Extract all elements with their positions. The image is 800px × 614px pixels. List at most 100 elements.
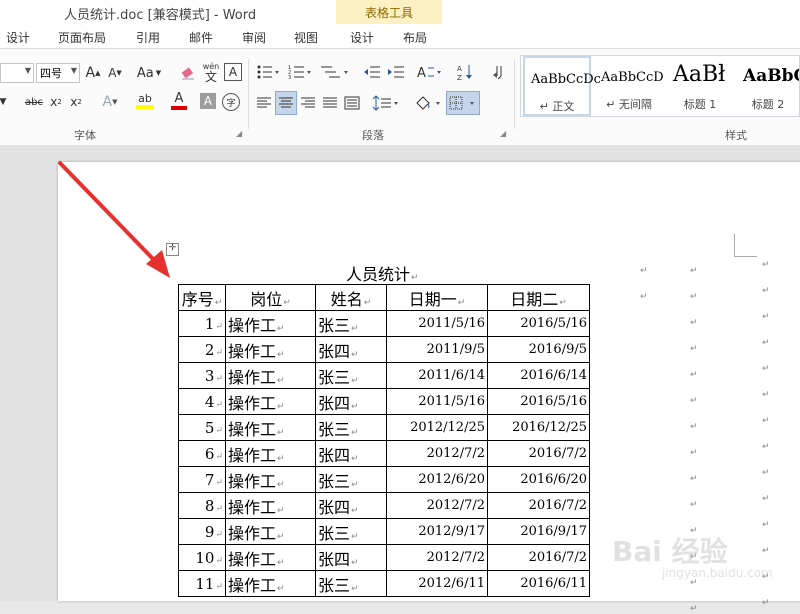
date1-cell[interactable]: 2012/6/20 [386,466,488,493]
align-right-button[interactable] [298,92,318,114]
position-cell[interactable]: 操作工↵ [225,362,316,389]
position-cell[interactable]: 操作工↵ [225,466,316,493]
tab-mailings[interactable]: 邮件 [189,29,213,46]
header-cell[interactable]: 岗位↵ [225,284,316,311]
font-color-button[interactable]: A [166,89,192,111]
name-cell[interactable]: 张三↵ [315,414,387,441]
seq-cell[interactable]: 11↵ [178,570,226,597]
tab-view[interactable]: 视图 [294,29,318,46]
shading-button[interactable] [412,92,444,114]
date1-cell[interactable]: 2011/5/16 [386,388,488,415]
date2-cell[interactable]: 2016/5/16 [487,310,590,337]
date1-cell[interactable]: 2012/12/25 [386,414,488,441]
name-cell[interactable]: 张三↵ [315,570,387,597]
phonetic-guide-button[interactable]: wén 文 [200,59,222,85]
tab-design[interactable]: 设计 [6,29,30,46]
date2-cell[interactable]: 2016/9/5 [487,336,590,363]
sort-button[interactable]: AZ [456,61,476,83]
position-cell[interactable]: 操作工↵ [225,440,316,467]
tab-page-layout[interactable]: 页面布局 [58,29,106,46]
date2-cell[interactable]: 2016/6/20 [487,466,590,493]
bullets-button[interactable] [254,61,282,83]
superscript-button[interactable]: x2 [68,91,84,113]
change-case-button[interactable]: Aa ▼ [134,62,164,84]
date2-cell[interactable]: 2016/6/14 [487,362,590,389]
header-cell[interactable]: 日期二↵ [487,284,590,311]
tab-review[interactable]: 审阅 [242,29,266,46]
clear-format-button[interactable] [178,62,198,84]
font-size-combo[interactable]: 四号 ▼ [36,63,80,83]
seq-cell[interactable]: 3↵ [178,362,226,389]
name-cell[interactable]: 张三↵ [315,310,387,337]
name-cell[interactable]: 张三↵ [315,518,387,545]
name-cell[interactable]: 张三↵ [315,362,387,389]
date1-cell[interactable]: 2012/7/2 [386,440,488,467]
tab-table-design[interactable]: 设计 [350,29,374,46]
table-move-handle-icon[interactable]: ✛ [166,243,179,256]
date1-cell[interactable]: 2011/6/14 [386,362,488,389]
date1-cell[interactable]: 2011/9/5 [386,336,488,363]
seq-cell[interactable]: 2↵ [178,336,226,363]
position-cell[interactable]: 操作工↵ [225,414,316,441]
name-cell[interactable]: 张四↵ [315,492,387,519]
header-cell[interactable]: 姓名↵ [315,284,387,311]
date1-cell[interactable]: 2012/6/11 [386,570,488,597]
header-cell[interactable]: 序号↵ [178,284,226,311]
chinese-layout-button[interactable]: A [414,61,446,83]
date2-cell[interactable]: 2016/6/11 [487,570,590,597]
style-no-spacing[interactable]: AaBbCcDc ↵ 无间隔 [595,56,663,116]
staff-table[interactable]: 序号↵ 岗位↵ 姓名↵ 日期一↵ 日期二↵ 1↵ 操作工↵ 张三↵ 2011/5/16… [178,284,590,597]
enclose-characters-button[interactable]: 字 [222,93,240,111]
seq-cell[interactable]: 1↵ [178,310,226,337]
seq-cell[interactable]: 6↵ [178,440,226,467]
date2-cell[interactable]: 2016/5/16 [487,388,590,415]
shrink-font-button[interactable]: A ▼ [106,62,124,84]
style-normal[interactable]: AaBbCcDc ↵ 正文 [523,56,601,116]
borders-button[interactable] [446,91,480,115]
name-cell[interactable]: 张四↵ [315,336,387,363]
increase-indent-button[interactable] [386,61,406,83]
position-cell[interactable]: 操作工↵ [225,518,316,545]
date1-cell[interactable]: 2012/7/2 [386,492,488,519]
seq-cell[interactable]: 5↵ [178,414,226,441]
position-cell[interactable]: 操作工↵ [225,492,316,519]
date1-cell[interactable]: 2012/9/17 [386,518,488,545]
date2-cell[interactable]: 2016/12/25 [487,414,590,441]
font-dialog-launcher-icon[interactable]: ◢ [236,129,242,138]
character-shading-button[interactable]: A [200,93,216,109]
style-heading-2[interactable]: AaBbC 标题 2 [737,56,799,116]
seq-cell[interactable]: 9↵ [178,518,226,545]
name-cell[interactable]: 张三↵ [315,466,387,493]
position-cell[interactable]: 操作工↵ [225,388,316,415]
position-cell[interactable]: 操作工↵ [225,336,316,363]
tab-table-layout[interactable]: 布局 [403,29,427,46]
text-effects-button[interactable]: A ▼ [98,91,122,113]
strikethrough-button[interactable]: abc [22,91,46,113]
align-left-button[interactable] [254,92,274,114]
date2-cell[interactable]: 2016/7/2 [487,544,590,571]
style-heading-1[interactable]: AaBł 标题 1 [667,56,733,116]
seq-cell[interactable]: 7↵ [178,466,226,493]
align-center-button[interactable] [275,91,297,115]
grow-font-button[interactable]: A ▲ [84,62,102,84]
name-cell[interactable]: 张四↵ [315,388,387,415]
header-cell[interactable]: 日期一↵ [386,284,488,311]
highlight-color-button[interactable]: ab [130,89,160,111]
seq-cell[interactable]: 10↵ [178,544,226,571]
multilevel-list-button[interactable] [318,61,352,83]
date2-cell[interactable]: 2016/9/17 [487,518,590,545]
subscript-button[interactable]: x2 [48,91,64,113]
font-name-combo[interactable]: ▼ [0,63,34,83]
date1-cell[interactable]: 2011/5/16 [386,310,488,337]
position-cell[interactable]: 操作工↵ [225,570,316,597]
distributed-button[interactable] [342,92,362,114]
document-title[interactable]: 人员统计↵ [346,261,419,285]
name-cell[interactable]: 张四↵ [315,544,387,571]
seq-cell[interactable]: 8↵ [178,492,226,519]
paragraph-dialog-launcher-icon[interactable]: ◢ [500,129,506,138]
position-cell[interactable]: 操作工↵ [225,544,316,571]
character-border-button[interactable]: A [224,63,242,81]
position-cell[interactable]: 操作工↵ [225,310,316,337]
name-cell[interactable]: 张四↵ [315,440,387,467]
underline-button[interactable]: ▼ [0,91,6,113]
